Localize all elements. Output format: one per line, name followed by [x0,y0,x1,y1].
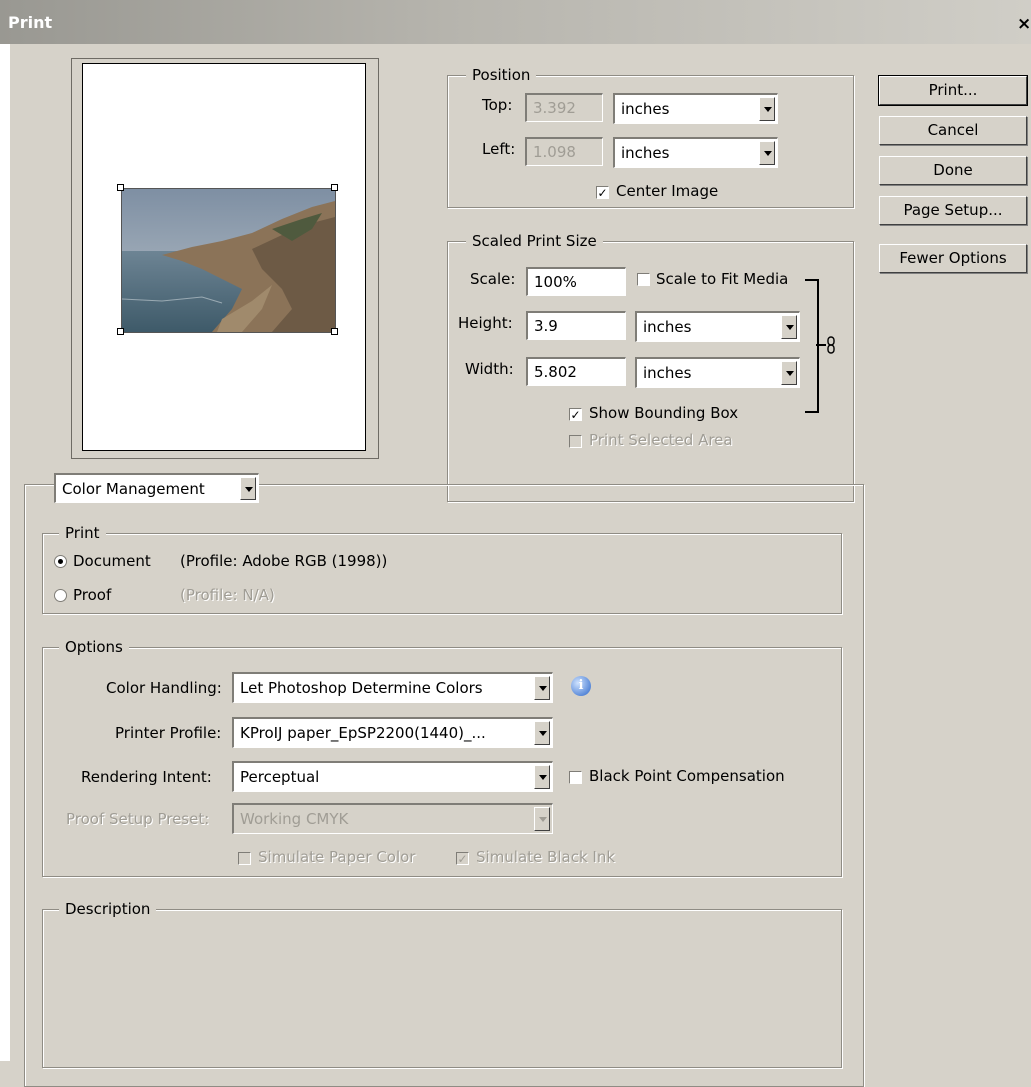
rendering-intent-value: Perceptual [240,768,320,786]
done-button[interactable]: Done [879,156,1027,185]
print-preview [71,58,379,459]
top-field[interactable]: 3.392 [525,93,603,122]
printer-profile-value: KProIJ paper_EpSP2200(1440)_... [240,724,486,742]
rendering-intent-label: Rendering Intent: [81,768,212,786]
window-title: Print [8,13,53,32]
fewer-options-button[interactable]: Fewer Options [879,244,1027,273]
width-field[interactable]: 5.802 [526,357,626,386]
print-selected-area-label: Print Selected Area [589,431,733,449]
proof-setup-label: Proof Setup Preset: [66,810,210,828]
window-border [0,44,10,1061]
left-field[interactable]: 1.098 [525,137,603,166]
top-label: Top: [482,96,513,114]
top-unit-select[interactable]: inches [613,93,778,124]
coastline-photo [122,189,335,332]
left-unit-value: inches [621,144,670,162]
chevron-down-icon[interactable] [240,477,256,500]
scale-label: Scale: [470,270,516,288]
top-unit-value: inches [621,100,670,118]
center-image-label: Center Image [616,182,719,200]
description-subgroup: Description [42,900,842,1068]
print-dialog: Position Top: 3.392 inches Left: 1.098 i… [10,44,1031,1087]
simulate-paper-checkbox [238,852,251,865]
options-legend: Options [59,638,129,656]
cancel-button[interactable]: Cancel [879,116,1027,145]
position-legend: Position [466,66,537,84]
black-point-label: Black Point Compensation [589,767,785,785]
color-handling-select[interactable]: Let Photoshop Determine Colors [232,672,553,703]
bracket-tick [816,344,826,346]
simulate-paper-label: Simulate Paper Color [258,848,416,866]
constrain-bracket [805,279,819,413]
description-legend: Description [59,900,157,918]
left-unit-select[interactable]: inches [613,137,778,168]
position-group: Position Top: 3.392 inches Left: 1.098 i… [447,66,854,208]
scale-field[interactable]: 100% [526,267,626,296]
printer-profile-label: Printer Profile: [115,724,222,742]
scaled-print-size-group: Scaled Print Size Scale: 100% Scale to F… [447,232,854,502]
left-label: Left: [482,140,516,158]
show-bounding-box-checkbox[interactable]: ✓ [569,408,582,421]
chevron-down-icon[interactable] [534,765,550,789]
color-handling-value: Let Photoshop Determine Colors [240,679,483,697]
resize-handle[interactable] [331,328,338,335]
print-legend: Print [59,524,106,542]
scale-to-fit-label: Scale to Fit Media [656,270,789,288]
proof-profile: (Profile: N/A) [180,586,275,604]
document-label: Document [73,552,151,570]
rendering-intent-select[interactable]: Perceptual [232,761,553,792]
document-radio[interactable] [54,555,67,568]
scale-to-fit-checkbox[interactable] [637,273,650,286]
preview-page [82,63,366,451]
chain-link-icon[interactable] [826,336,836,354]
chevron-down-icon[interactable] [759,141,775,165]
options-subgroup: Options Color Handling: Let Photoshop De… [42,638,842,877]
chevron-down-icon[interactable] [759,97,775,121]
height-label: Height: [458,314,513,332]
output-mode-select[interactable]: Color Management [54,473,259,503]
proof-setup-select: Working CMYK [232,803,553,834]
resize-handle[interactable] [117,328,124,335]
output-mode-value: Color Management [62,480,205,498]
preview-image[interactable] [121,188,336,333]
chevron-down-icon[interactable] [781,315,797,339]
black-point-checkbox[interactable] [569,771,582,784]
resize-handle[interactable] [117,184,124,191]
print-selected-area-checkbox [569,435,582,448]
info-icon[interactable]: i [571,676,591,696]
chevron-down-icon[interactable] [534,676,550,700]
color-handling-label: Color Handling: [106,679,222,697]
simulate-black-label: Simulate Black Ink [476,848,616,866]
document-profile: (Profile: Adobe RGB (1998)) [180,552,388,570]
title-bar: Print × [0,0,1031,44]
close-icon[interactable]: × [1017,14,1031,34]
width-label: Width: [465,360,514,378]
chevron-down-icon [534,807,550,831]
width-unit-select[interactable]: inches [635,357,800,388]
resize-handle[interactable] [331,184,338,191]
print-button[interactable]: Print... [878,75,1028,106]
scaled-print-size-legend: Scaled Print Size [466,232,603,250]
color-management-group: Color Management Print Document (Profile… [24,473,864,1087]
proof-label: Proof [73,586,112,604]
chevron-down-icon[interactable] [534,721,550,745]
proof-radio[interactable] [54,589,67,602]
height-unit-select[interactable]: inches [635,311,800,342]
show-bounding-box-label: Show Bounding Box [589,404,739,422]
printer-profile-select[interactable]: KProIJ paper_EpSP2200(1440)_... [232,717,553,748]
height-unit-value: inches [643,318,692,336]
chevron-down-icon[interactable] [781,361,797,385]
width-unit-value: inches [643,364,692,382]
page-setup-button[interactable]: Page Setup... [879,196,1027,225]
simulate-black-checkbox: ✓ [456,852,469,866]
center-image-checkbox[interactable]: ✓ [596,186,609,199]
proof-setup-value: Working CMYK [240,810,349,828]
print-subgroup: Print Document (Profile: Adobe RGB (1998… [42,524,842,614]
height-field[interactable]: 3.9 [526,311,626,340]
